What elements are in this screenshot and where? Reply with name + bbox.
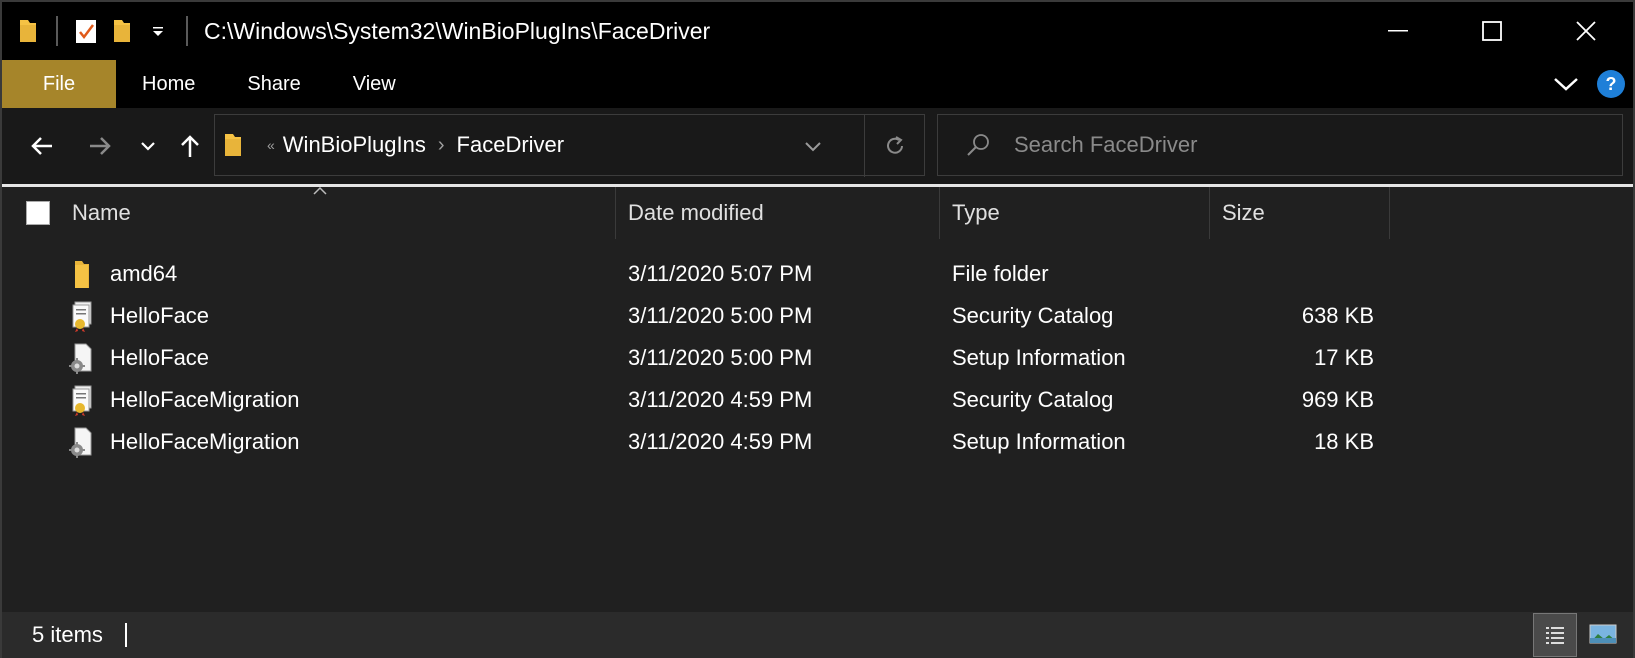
file-size: 638 KB: [1301, 303, 1374, 328]
file-size: [1222, 253, 1374, 295]
file-row[interactable]: HelloFace 3/11/2020 5:00 PM Setup Inform…: [2, 337, 1402, 379]
file-type: Security Catalog: [952, 303, 1114, 328]
file-name: amd64: [110, 261, 178, 286]
column-separator[interactable]: [939, 187, 940, 239]
window-title: C:\Windows\System32\WinBioPlugIns\FaceDr…: [204, 17, 711, 44]
ribbon-tabs: File Home Share View ?: [2, 60, 1633, 108]
file-date: 3/11/2020 4:59 PM: [628, 387, 813, 412]
file-name: HelloFaceMigration: [110, 429, 300, 454]
file-date: 3/11/2020 5:00 PM: [628, 345, 813, 370]
properties-icon[interactable]: [68, 2, 104, 60]
toolbar-separator: [186, 16, 188, 46]
search-icon: [966, 133, 990, 157]
setup-information-icon: [66, 426, 98, 458]
file-row[interactable]: HelloFace 3/11/2020 5:00 PM Security Cat…: [2, 295, 1402, 337]
folder-icon: [223, 132, 243, 158]
close-button[interactable]: [1539, 2, 1633, 60]
column-separator[interactable]: [1389, 187, 1390, 239]
breadcrumb-separator[interactable]: ›: [438, 134, 445, 157]
window-controls: [1351, 2, 1633, 60]
file-date: 3/11/2020 5:07 PM: [628, 261, 813, 286]
breadcrumb-item-facedriver[interactable]: FaceDriver: [457, 132, 565, 158]
security-catalog-icon: [66, 300, 98, 332]
security-catalog-icon: [66, 384, 98, 416]
search-input[interactable]: [1014, 132, 1574, 158]
tab-home[interactable]: Home: [116, 60, 221, 108]
setup-information-icon: [66, 342, 98, 374]
file-size: 18 KB: [1314, 429, 1374, 454]
file-date: 3/11/2020 4:59 PM: [628, 429, 813, 454]
tab-share[interactable]: Share: [221, 60, 326, 108]
select-all-checkbox[interactable]: [26, 201, 50, 225]
file-row[interactable]: HelloFaceMigration 3/11/2020 4:59 PM Set…: [2, 421, 1402, 463]
back-arrow-icon[interactable]: [22, 126, 62, 166]
customize-toolbar-dropdown-icon[interactable]: [140, 2, 176, 60]
help-button[interactable]: ?: [1597, 70, 1625, 98]
address-bar[interactable]: « WinBioPlugIns › FaceDriver: [214, 114, 925, 177]
file-date: 3/11/2020 5:00 PM: [628, 303, 813, 328]
toolbar-separator: [56, 16, 58, 46]
maximize-button[interactable]: [1445, 2, 1539, 60]
search-box[interactable]: [937, 114, 1623, 176]
new-folder-icon[interactable]: [104, 2, 140, 60]
column-header-name[interactable]: Name: [72, 187, 617, 239]
ribbon-right-controls: ?: [1553, 60, 1625, 108]
file-type: Setup Information: [952, 429, 1126, 454]
column-separator[interactable]: [615, 187, 616, 239]
view-switcher: [1533, 612, 1625, 658]
column-header-size[interactable]: Size: [1222, 187, 1382, 239]
file-row[interactable]: amd64 3/11/2020 5:07 PM File folder: [2, 253, 1402, 295]
quick-access-toolbar: [2, 2, 198, 60]
expand-ribbon-chevron-icon[interactable]: [1553, 76, 1579, 92]
address-history-chevron-icon[interactable]: [798, 115, 828, 177]
item-count: 5 items: [32, 622, 103, 647]
status-divider: [124, 623, 127, 647]
file-name: HelloFace: [110, 303, 210, 328]
details-view-icon[interactable]: [1533, 613, 1577, 657]
refresh-icon[interactable]: [864, 115, 924, 177]
file-row[interactable]: HelloFaceMigration 3/11/2020 4:59 PM Sec…: [2, 379, 1402, 421]
up-arrow-icon[interactable]: [170, 126, 210, 166]
file-name: HelloFaceMigration: [110, 387, 300, 412]
status-bar: 5 items: [2, 612, 1633, 658]
tab-view[interactable]: View: [327, 60, 422, 108]
folder-icon: [66, 258, 98, 290]
tab-file[interactable]: File: [2, 60, 116, 108]
file-name: HelloFace: [110, 345, 210, 370]
column-header-type[interactable]: Type: [952, 187, 1202, 239]
file-type: File folder: [952, 261, 1049, 286]
file-type: Security Catalog: [952, 387, 1114, 412]
file-list: Name Date modified Type Size amd64 3/11/…: [2, 186, 1633, 612]
folder-icon: [10, 2, 46, 60]
file-type: Setup Information: [952, 345, 1126, 370]
large-icons-view-icon[interactable]: [1581, 613, 1625, 657]
breadcrumb-overflow[interactable]: «: [267, 137, 275, 153]
forward-arrow-icon[interactable]: [80, 126, 120, 166]
column-header-date-modified[interactable]: Date modified: [628, 187, 948, 239]
title-bar: C:\Windows\System32\WinBioPlugIns\FaceDr…: [2, 2, 1633, 60]
file-explorer-window: C:\Windows\System32\WinBioPlugIns\FaceDr…: [0, 0, 1635, 658]
column-separator[interactable]: [1209, 187, 1210, 239]
minimize-button[interactable]: [1351, 2, 1445, 60]
file-size: 969 KB: [1301, 387, 1374, 412]
file-size: 17 KB: [1314, 345, 1374, 370]
recent-locations-chevron-icon[interactable]: [128, 126, 168, 166]
breadcrumb-item-winbioplugins[interactable]: WinBioPlugIns: [283, 132, 426, 158]
